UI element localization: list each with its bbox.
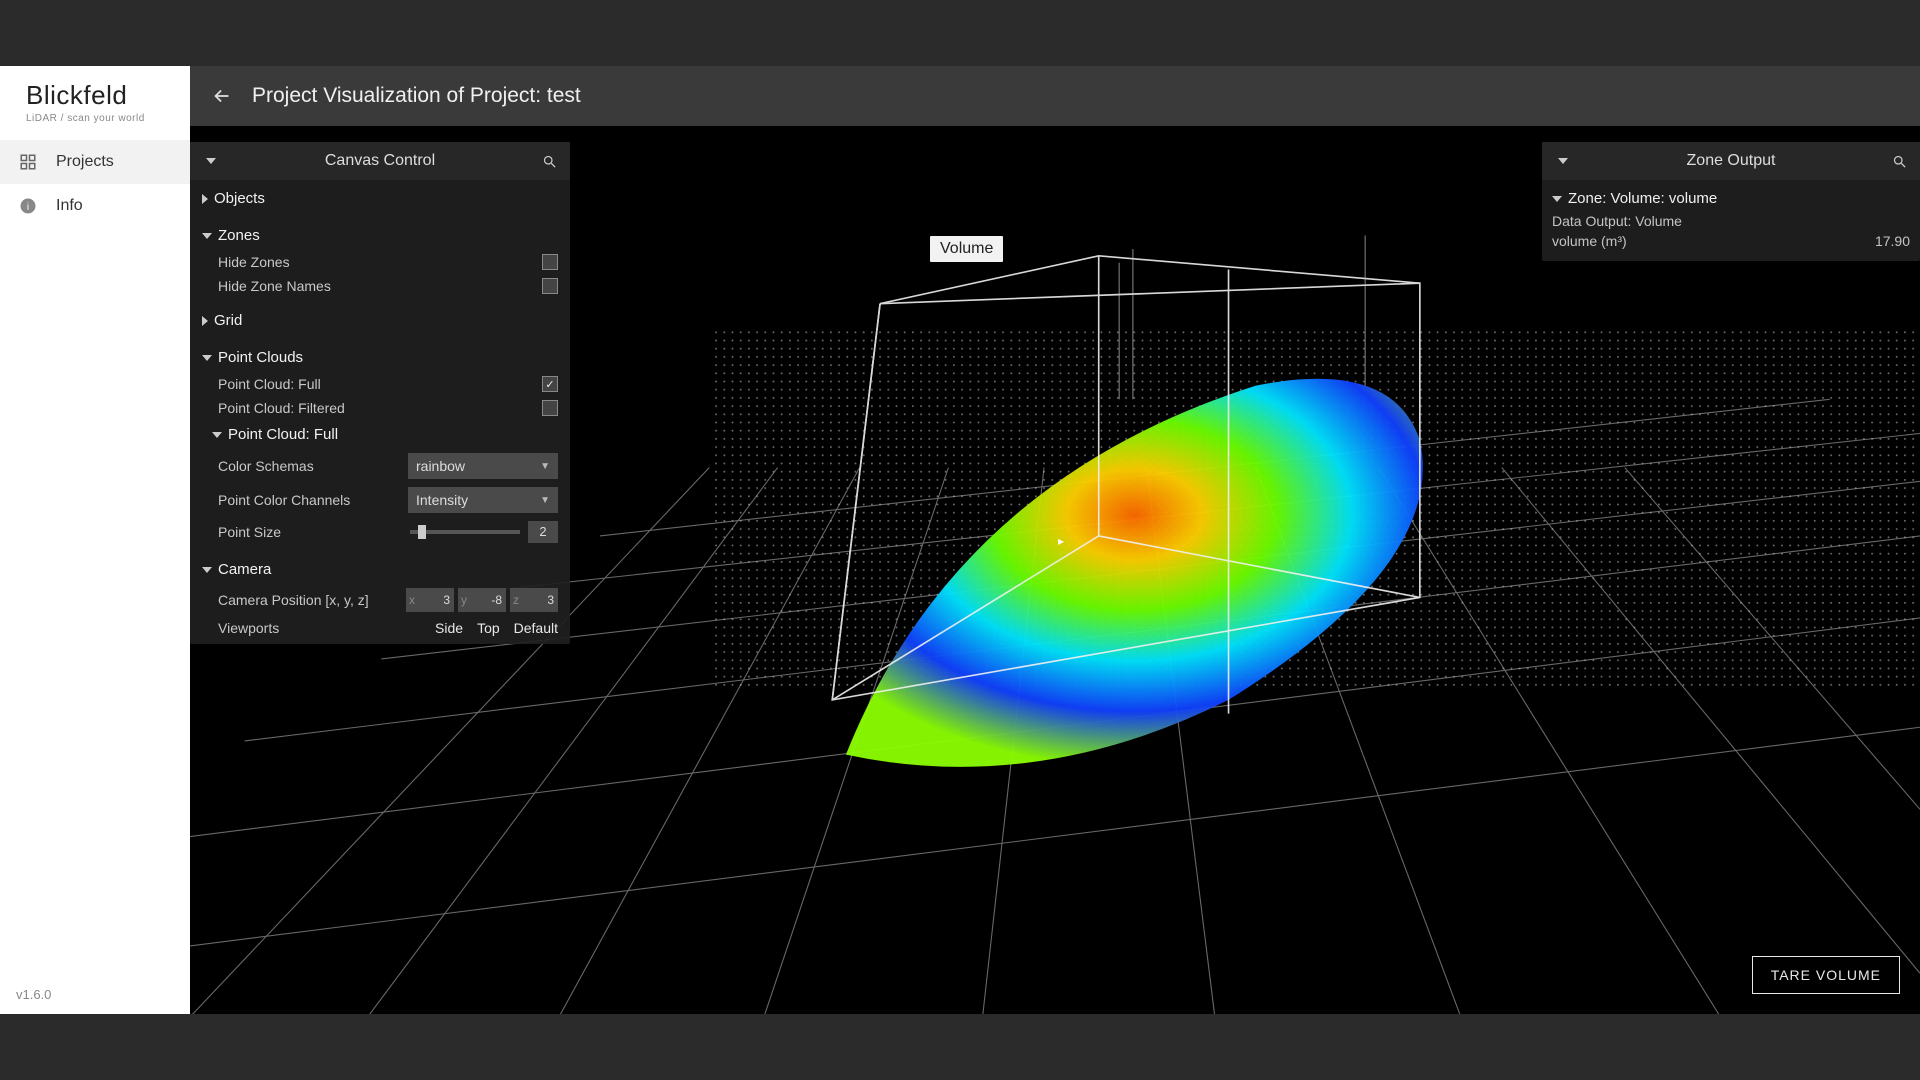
chevron-down-icon: ▼ bbox=[540, 495, 550, 506]
zone-output-panel: Zone Output Zone: Volume: volume Data Ou… bbox=[1542, 142, 1920, 261]
metric-label: volume (m³) bbox=[1552, 233, 1627, 249]
canvas-control-panel: Canvas Control Objects bbox=[190, 142, 570, 644]
viewport-default-button[interactable]: Default bbox=[514, 620, 558, 636]
chevron-down-icon bbox=[202, 233, 212, 239]
section-objects[interactable]: Objects bbox=[196, 184, 564, 213]
viewport-top-button[interactable]: Top bbox=[477, 620, 500, 636]
brand-tagline: LiDAR / scan your world bbox=[26, 113, 174, 124]
section-zones[interactable]: Zones bbox=[196, 221, 564, 250]
chevron-down-icon bbox=[202, 355, 212, 361]
main: Project Visualization of Project: test bbox=[190, 66, 1920, 1014]
panel-header: Zone Output bbox=[1542, 142, 1920, 180]
zone-metric-row: volume (m³) 17.90 bbox=[1552, 231, 1910, 251]
row-label: Point Color Channels bbox=[218, 492, 398, 508]
checkbox-pointcloud-full[interactable] bbox=[542, 376, 558, 392]
slider-value: 2 bbox=[528, 521, 558, 543]
section-camera[interactable]: Camera bbox=[196, 555, 564, 584]
chevron-down-icon bbox=[202, 567, 212, 573]
camera-x-field[interactable]: x3 bbox=[406, 588, 454, 612]
metric-value: 17.90 bbox=[1875, 233, 1910, 249]
letterbox-top bbox=[0, 0, 1920, 66]
section-pointcloud-full-details[interactable]: Point Cloud: Full bbox=[196, 420, 564, 449]
panel-title: Zone Output bbox=[1572, 152, 1890, 170]
chevron-down-icon bbox=[1552, 196, 1562, 202]
slider-point-size[interactable] bbox=[410, 530, 520, 534]
panel-title: Canvas Control bbox=[220, 152, 540, 170]
select-color-channels[interactable]: Intensity ▼ bbox=[408, 487, 558, 513]
viewport-side-button[interactable]: Side bbox=[435, 620, 463, 636]
checkbox-hide-zones[interactable] bbox=[542, 254, 558, 270]
nav-item-label: Info bbox=[56, 197, 83, 215]
collapse-panel-icon[interactable] bbox=[202, 152, 220, 170]
search-icon[interactable] bbox=[1890, 152, 1908, 170]
row-camera-position: Camera Position [x, y, z] x3 y-8 z3 bbox=[196, 584, 564, 616]
page-title: Project Visualization of Project: test bbox=[252, 84, 581, 108]
row-label: Hide Zones bbox=[218, 254, 532, 270]
row-pointcloud-filtered: Point Cloud: Filtered bbox=[196, 396, 564, 420]
row-label: Point Cloud: Filtered bbox=[218, 400, 532, 416]
row-point-size: Point Size 2 bbox=[196, 517, 564, 547]
zone-data-output: Data Output: Volume bbox=[1552, 211, 1910, 231]
chevron-right-icon bbox=[202, 194, 208, 204]
projects-icon bbox=[18, 152, 38, 172]
zone-label-volume: Volume bbox=[930, 236, 1003, 262]
row-hide-zone-names: Hide Zone Names bbox=[196, 274, 564, 298]
chevron-down-icon: ▼ bbox=[540, 461, 550, 472]
topbar: Project Visualization of Project: test bbox=[190, 66, 1920, 126]
checkbox-hide-zone-names[interactable] bbox=[542, 278, 558, 294]
brand-name: Blickfeld bbox=[26, 80, 174, 111]
camera-y-field[interactable]: y-8 bbox=[458, 588, 506, 612]
chevron-right-icon bbox=[202, 316, 208, 326]
row-label: Point Cloud: Full bbox=[218, 376, 532, 392]
row-label: Viewports bbox=[218, 620, 425, 636]
section-label: Camera bbox=[218, 561, 271, 578]
row-color-channels: Point Color Channels Intensity ▼ bbox=[196, 483, 564, 517]
svg-text:i: i bbox=[27, 202, 29, 213]
select-value: Intensity bbox=[416, 492, 468, 508]
letterbox-bottom bbox=[0, 1014, 1920, 1080]
row-viewports: Viewports Side Top Default bbox=[196, 616, 564, 640]
section-grid[interactable]: Grid bbox=[196, 306, 564, 335]
info-icon: i bbox=[18, 196, 38, 216]
checkbox-pointcloud-filtered[interactable] bbox=[542, 400, 558, 416]
row-hide-zones: Hide Zones bbox=[196, 250, 564, 274]
viewport-3d[interactable]: Volume ▸ TARE VOLUME Canvas Control bbox=[190, 126, 1920, 1014]
zone-name: Zone: Volume: volume bbox=[1568, 190, 1717, 207]
row-pointcloud-full: Point Cloud: Full bbox=[196, 372, 564, 396]
camera-z-field[interactable]: z3 bbox=[510, 588, 558, 612]
version-label: v1.6.0 bbox=[0, 975, 190, 1014]
select-value: rainbow bbox=[416, 458, 465, 474]
row-label: Camera Position [x, y, z] bbox=[218, 592, 396, 608]
section-label: Zones bbox=[218, 227, 260, 244]
row-label: Hide Zone Names bbox=[218, 278, 532, 294]
nav-item-projects[interactable]: Projects bbox=[0, 140, 190, 184]
section-label: Grid bbox=[214, 312, 242, 329]
row-label: Point Size bbox=[218, 524, 400, 540]
row-label: Color Schemas bbox=[218, 458, 398, 474]
section-point-clouds[interactable]: Point Clouds bbox=[196, 343, 564, 372]
section-label: Point Clouds bbox=[218, 349, 303, 366]
panel-header: Canvas Control bbox=[190, 142, 570, 180]
zone-header[interactable]: Zone: Volume: volume bbox=[1552, 186, 1910, 211]
section-label: Point Cloud: Full bbox=[228, 426, 338, 443]
search-icon[interactable] bbox=[540, 152, 558, 170]
back-button[interactable] bbox=[206, 80, 238, 112]
select-color-schemas[interactable]: rainbow ▼ bbox=[408, 453, 558, 479]
nav-item-label: Projects bbox=[56, 153, 114, 171]
section-label: Objects bbox=[214, 190, 265, 207]
nav-item-info[interactable]: i Info bbox=[0, 184, 190, 228]
row-color-schemas: Color Schemas rainbow ▼ bbox=[196, 449, 564, 483]
collapse-panel-icon[interactable] bbox=[1554, 152, 1572, 170]
nav: Projects i Info bbox=[0, 140, 190, 228]
sidebar: Blickfeld LiDAR / scan your world Projec… bbox=[0, 66, 190, 1014]
chevron-down-icon bbox=[212, 432, 222, 438]
brand-logo: Blickfeld LiDAR / scan your world bbox=[0, 66, 190, 130]
tare-volume-button[interactable]: TARE VOLUME bbox=[1752, 956, 1900, 994]
